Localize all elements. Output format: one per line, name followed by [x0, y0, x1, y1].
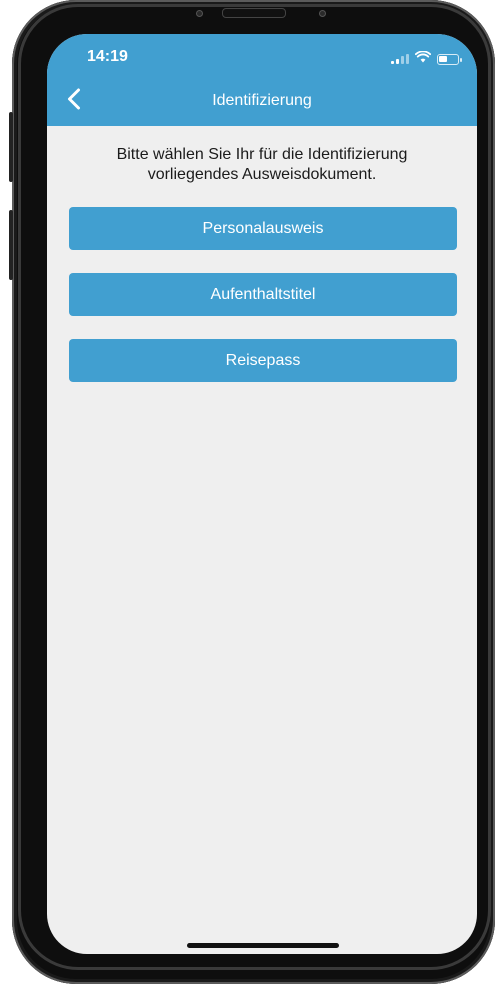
instruction-line-2: vorliegendes Ausweisdokument.	[147, 166, 377, 183]
reisepass-button[interactable]: Reisepass	[69, 339, 457, 382]
button-label: Aufenthaltstitel	[210, 285, 316, 303]
aufenthaltstitel-button[interactable]: Aufenthaltstitel	[69, 273, 457, 316]
status-time: 14:19	[87, 48, 128, 65]
personalausweis-button[interactable]: Personalausweis	[69, 207, 457, 250]
button-label: Reisepass	[225, 351, 301, 369]
wifi-icon	[414, 50, 432, 68]
instruction-text: Bitte wählen Sie Ihr für die Identifizie…	[47, 145, 477, 185]
speaker-grille	[222, 8, 286, 18]
battery-icon	[437, 53, 462, 65]
home-indicator[interactable]	[187, 943, 339, 948]
instruction-line-1: Bitte wählen Sie Ihr für die Identifizie…	[116, 146, 408, 163]
signal-icon	[391, 54, 409, 64]
page-title: Identifizierung	[212, 92, 312, 109]
volume-up-button	[9, 112, 13, 182]
header-bar: 14:19 Identifizierung	[47, 34, 477, 126]
camera-dot	[319, 10, 326, 17]
button-label: Personalausweis	[202, 219, 324, 237]
sensor-dot	[196, 10, 203, 17]
app-screen: 14:19 Identifizierung Bitte wählen Sie I…	[47, 34, 477, 954]
status-icons	[391, 50, 462, 68]
page: 14:19 Identifizierung Bitte wählen Sie I…	[0, 0, 497, 984]
volume-down-button	[9, 210, 13, 280]
